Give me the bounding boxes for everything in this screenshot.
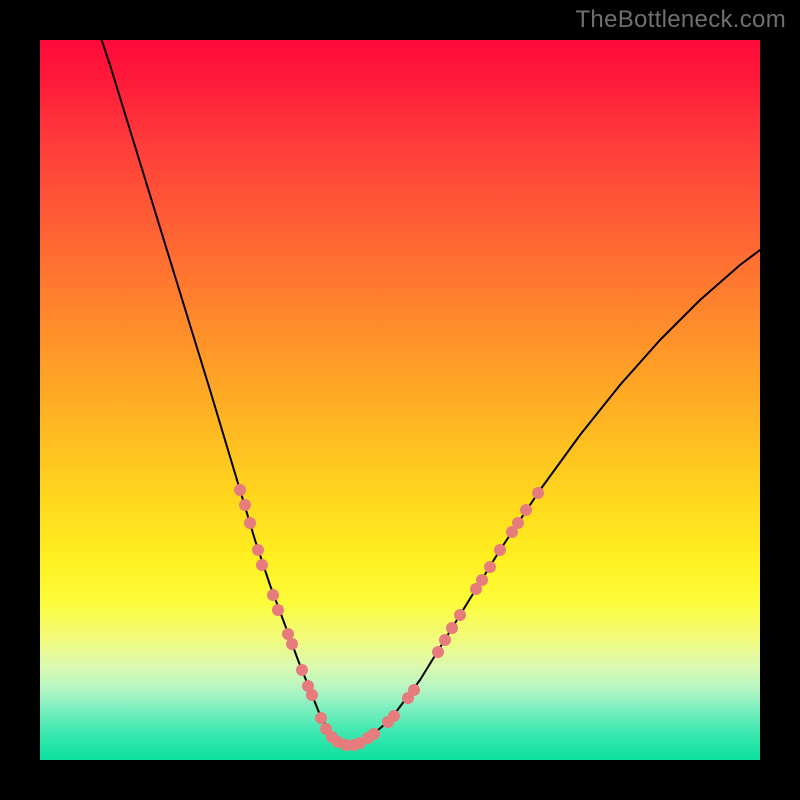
curve-path xyxy=(95,40,760,745)
bead-marker xyxy=(267,589,279,601)
bead-marker xyxy=(272,604,284,616)
bead-marker xyxy=(239,499,251,511)
bead-marker xyxy=(439,634,451,646)
bead-marker xyxy=(532,487,544,499)
bead-marker xyxy=(520,504,532,516)
bead-marker xyxy=(306,689,318,701)
bead-marker xyxy=(432,646,444,658)
bead-marker xyxy=(286,638,298,650)
bead-marker xyxy=(368,728,380,740)
curve-overlay xyxy=(40,40,760,760)
bead-marker xyxy=(388,710,400,722)
bead-marker xyxy=(296,664,308,676)
bead-marker xyxy=(476,574,488,586)
bead-marker xyxy=(256,559,268,571)
bead-marker xyxy=(244,517,256,529)
bead-marker xyxy=(446,622,458,634)
bead-marker xyxy=(484,561,496,573)
watermark-text: TheBottleneck.com xyxy=(575,6,786,34)
bead-marker xyxy=(408,684,420,696)
bead-marker xyxy=(454,609,466,621)
bottleneck-curve xyxy=(95,40,760,745)
bead-marker xyxy=(512,517,524,529)
bead-marker xyxy=(494,544,506,556)
highlight-beads xyxy=(234,484,544,751)
plot-area xyxy=(40,40,760,760)
bead-marker xyxy=(234,484,246,496)
chart-frame: TheBottleneck.com xyxy=(0,0,800,800)
bead-marker xyxy=(252,544,264,556)
bead-marker xyxy=(315,712,327,724)
